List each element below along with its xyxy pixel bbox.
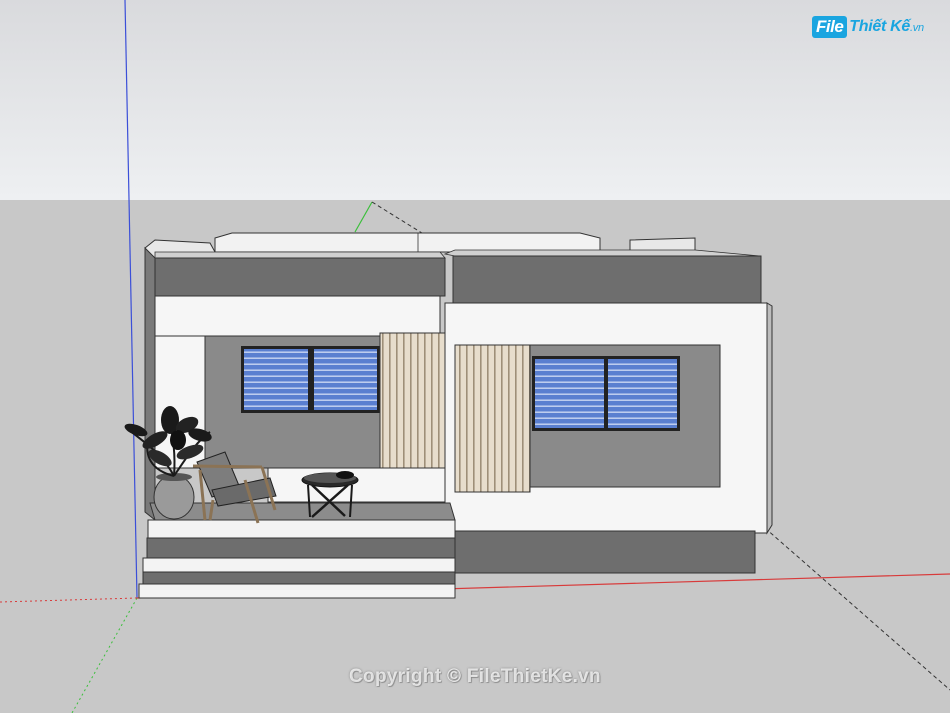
right-base <box>454 530 756 574</box>
right-window[interactable] <box>532 356 680 431</box>
sky <box>0 0 950 200</box>
step-1-riser <box>146 537 456 559</box>
3d-viewport[interactable]: File Thiết Kế.vn Copyright © FileThietKe… <box>0 0 950 713</box>
porch-edge <box>147 519 456 539</box>
left-white-band <box>154 295 441 337</box>
rear-parapet <box>214 232 601 253</box>
wood-slat-panel-left <box>379 332 446 469</box>
porch-floor <box>149 502 456 521</box>
right-side-wall <box>766 302 773 535</box>
wood-slat-panel-right <box>454 344 531 493</box>
right-parapet-front <box>452 255 762 304</box>
left-parapet-front <box>154 257 446 297</box>
site-logo: File Thiết Kế.vn <box>812 12 924 42</box>
left-parapet-top <box>154 251 446 259</box>
model-scene[interactable] <box>0 0 950 713</box>
step-2-riser <box>142 571 456 585</box>
left-window[interactable] <box>241 346 380 413</box>
logo-suffix: .vn <box>910 22 924 34</box>
porch-low-wall <box>267 467 451 503</box>
step-2-tread <box>138 583 456 599</box>
left-side-wall <box>144 246 156 522</box>
logo-box-text: File <box>812 16 848 38</box>
logo-text: Thiết Kế <box>849 18 911 35</box>
copyright-watermark: Copyright © FileThietKe.vn <box>349 666 601 687</box>
